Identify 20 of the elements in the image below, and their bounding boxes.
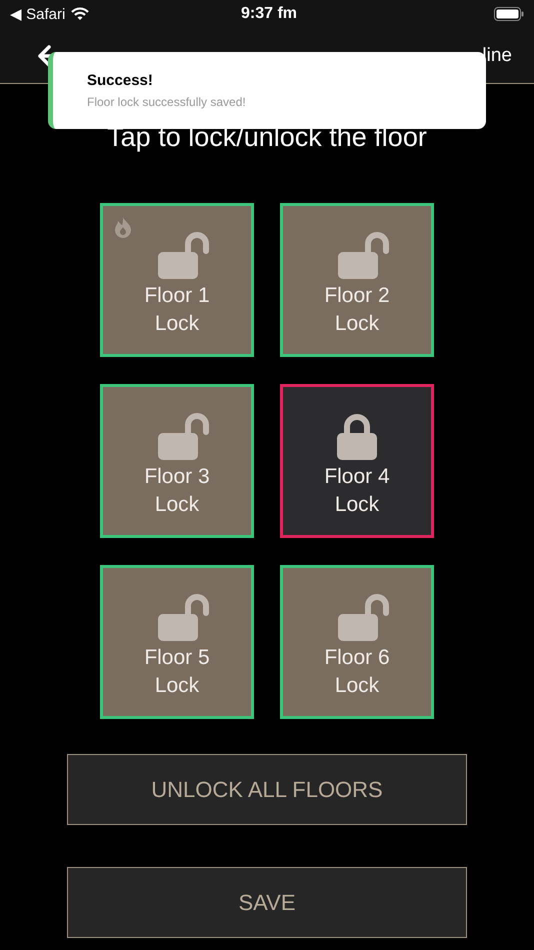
open-lock-icon	[337, 594, 391, 642]
clock-time: 9:37 fm	[240, 5, 298, 23]
toast-title: Success!	[87, 72, 154, 89]
action-button[interactable]: SAVE	[67, 867, 467, 938]
lock-icon	[336, 413, 378, 461]
open-lock-icon	[157, 413, 211, 461]
action-button[interactable]: UNLOCK ALL FLOORS	[67, 754, 467, 825]
floor-tile[interactable]: Floor 5 Lock	[100, 565, 254, 719]
floor-tile[interactable]: Floor 2 Lock	[280, 203, 434, 357]
open-lock-icon	[337, 232, 391, 280]
floor-tile[interactable]: Floor 3 Lock	[100, 384, 254, 538]
battery-icon	[494, 7, 524, 21]
open-lock-icon	[157, 232, 211, 280]
open-lock-icon	[157, 594, 211, 642]
floor-tile[interactable]: Floor 1 Lock	[100, 203, 254, 357]
wifi-icon	[71, 7, 90, 21]
back-to-app-link[interactable]: ◀ Safari	[10, 5, 66, 23]
floor-tile[interactable]: Floor 6 Lock	[280, 565, 434, 719]
floor-tile[interactable]: Floor 4 Lock	[280, 384, 434, 538]
toast-message: Floor lock successfully saved!	[87, 95, 247, 109]
